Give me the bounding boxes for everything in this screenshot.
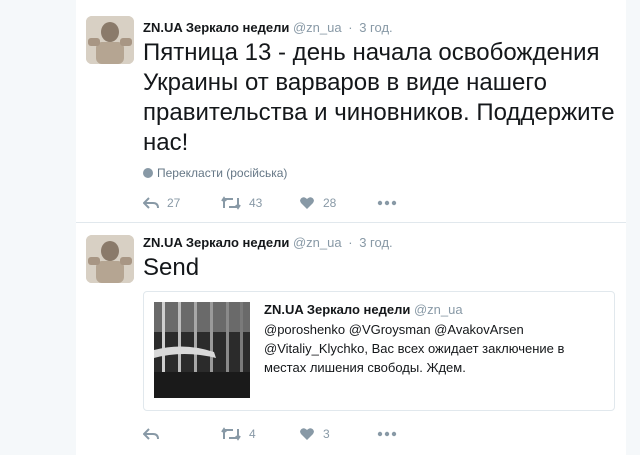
avatar[interactable] bbox=[86, 16, 134, 64]
quoted-tweet-header: ZN.UA Зеркало недели @zn_ua bbox=[264, 302, 463, 317]
avatar-image bbox=[86, 16, 134, 64]
retweet-button[interactable]: 43 bbox=[221, 196, 299, 210]
author-handle[interactable]: @zn_ua bbox=[293, 20, 342, 35]
quoted-author-name: ZN.UA Зеркало недели bbox=[264, 302, 411, 317]
heart-icon bbox=[300, 428, 314, 440]
tweet[interactable]: ZN.UA Зеркало недели @zn_ua · 3 год. Пят… bbox=[76, 0, 626, 223]
retweet-count: 4 bbox=[249, 427, 256, 441]
more-icon bbox=[377, 431, 397, 437]
translate-label: Перекласти (російська) bbox=[157, 166, 288, 180]
tweet-actions: 27 43 28 bbox=[143, 196, 455, 210]
left-gutter bbox=[0, 0, 77, 455]
like-button[interactable]: 28 bbox=[299, 196, 377, 210]
avatar[interactable] bbox=[86, 235, 134, 283]
quoted-author-handle: @zn_ua bbox=[413, 302, 463, 317]
retweet-icon bbox=[221, 196, 241, 210]
quoted-tweet-image[interactable] bbox=[154, 302, 250, 398]
quoted-tweet[interactable]: ZN.UA Зеркало недели @zn_ua @poroshenko … bbox=[143, 291, 615, 411]
prison-bars-image bbox=[154, 302, 250, 398]
translate-link[interactable]: Перекласти (російська) bbox=[143, 166, 287, 180]
like-count: 3 bbox=[323, 427, 330, 441]
tweet-text: Пятница 13 - день начала освобождения Ук… bbox=[143, 39, 615, 156]
avatar-image bbox=[86, 235, 134, 283]
more-button[interactable] bbox=[377, 200, 455, 206]
quoted-tweet-text: @poroshenko @VGroysman @AvakovArsen @Vit… bbox=[264, 322, 565, 375]
heart-icon bbox=[300, 197, 314, 209]
author-name[interactable]: ZN.UA Зеркало недели bbox=[143, 20, 289, 35]
separator-dot: · bbox=[348, 235, 353, 250]
reply-icon bbox=[143, 428, 159, 440]
reply-button[interactable] bbox=[143, 427, 221, 441]
like-count: 28 bbox=[323, 196, 337, 210]
more-icon bbox=[377, 200, 397, 206]
tweet[interactable]: ZN.UA Зеркало недели @zn_ua · 3 год. Sen… bbox=[76, 223, 626, 455]
reply-icon bbox=[143, 197, 159, 209]
retweet-count: 43 bbox=[249, 196, 263, 210]
author-handle[interactable]: @zn_ua bbox=[293, 235, 342, 250]
more-button[interactable] bbox=[377, 431, 455, 437]
retweet-icon bbox=[221, 427, 241, 441]
tweet-actions: 4 3 bbox=[143, 427, 455, 441]
author-name[interactable]: ZN.UA Зеркало недели bbox=[143, 235, 289, 250]
reply-count: 27 bbox=[167, 196, 181, 210]
retweet-button[interactable]: 4 bbox=[221, 427, 299, 441]
separator-dot: · bbox=[348, 20, 353, 35]
tweet-time[interactable]: 3 год. bbox=[359, 20, 392, 35]
tweet-text: Send bbox=[143, 254, 200, 281]
tweet-header: ZN.UA Зеркало недели @zn_ua · 3 год. bbox=[143, 20, 393, 35]
reply-button[interactable]: 27 bbox=[143, 196, 221, 210]
like-button[interactable]: 3 bbox=[299, 427, 377, 441]
tweet-header: ZN.UA Зеркало недели @zn_ua · 3 год. bbox=[143, 235, 393, 250]
globe-icon bbox=[143, 168, 153, 178]
tweet-time[interactable]: 3 год. bbox=[359, 235, 392, 250]
